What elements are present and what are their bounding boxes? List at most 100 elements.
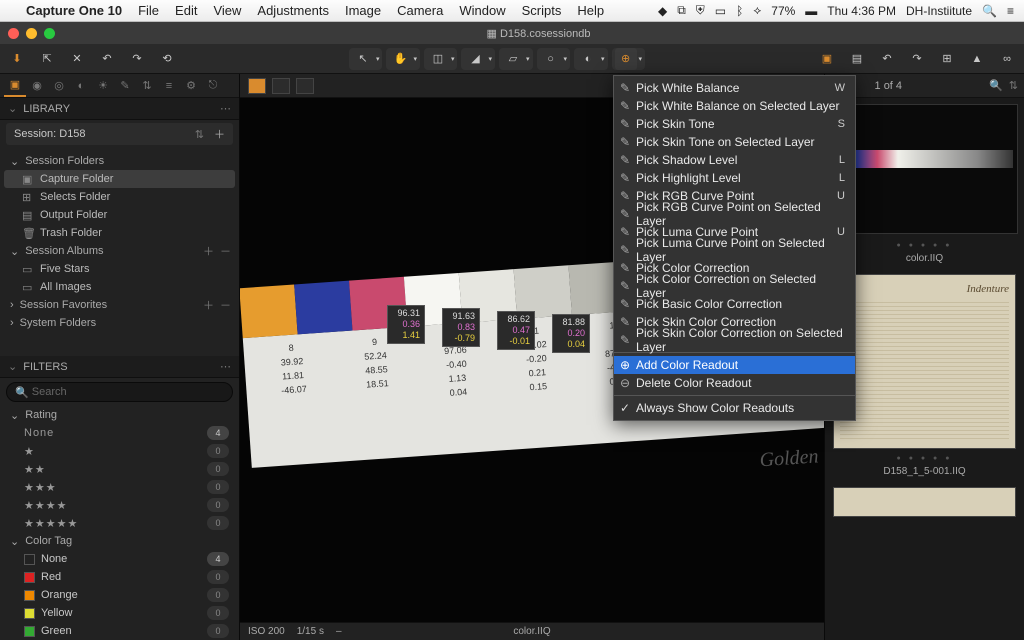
shield-icon[interactable]: ⛨	[696, 3, 705, 18]
colortag-yellow[interactable]: Yellow0	[0, 604, 239, 622]
session-albums-header[interactable]: ⌄Session Albums＋－	[0, 242, 239, 260]
reject-icon[interactable]: ✕	[66, 48, 88, 70]
menu-item-3[interactable]: ✎Pick Skin Tone on Selected Layer	[614, 133, 855, 151]
import-icon[interactable]: ⬇	[6, 48, 28, 70]
cursor-tool-icon[interactable]: ↖	[352, 48, 374, 70]
hand-tool-icon[interactable]: ✋	[389, 48, 411, 70]
warning-icon[interactable]: ▲	[966, 48, 988, 70]
trash-folder[interactable]: 🗑Trash Folder	[0, 224, 239, 242]
clock[interactable]: Thu 4:36 PM	[827, 4, 896, 18]
output-folder[interactable]: ▤Output Folder	[0, 206, 239, 224]
capture-tab-icon[interactable]: ◉	[26, 75, 48, 97]
menu-extra-icon[interactable]: ≡	[1007, 4, 1014, 18]
rating-4[interactable]: ★★★★0	[0, 496, 239, 514]
thumbnail-2[interactable]: Indenture	[833, 274, 1016, 449]
output-tab-icon[interactable]: ⚙	[180, 75, 202, 97]
menu-view[interactable]: View	[213, 3, 241, 18]
highlight-warn-icon[interactable]: ▣	[816, 48, 838, 70]
menu-adjustments[interactable]: Adjustments	[257, 3, 329, 18]
session-folders-header[interactable]: ⌄Session Folders	[0, 152, 239, 170]
color-readout-2[interactable]: 86.620.47-0.01	[497, 311, 535, 350]
menu-item-4[interactable]: ✎Pick Shadow LevelL	[614, 151, 855, 169]
menu-item-5[interactable]: ✎Pick Highlight LevelL	[614, 169, 855, 187]
capture-folder[interactable]: ▣Capture Folder	[4, 170, 235, 188]
menu-item-1[interactable]: ✎Pick White Balance on Selected Layer	[614, 97, 855, 115]
menu-help[interactable]: Help	[577, 3, 604, 18]
color-tab-icon[interactable]: ◐	[70, 75, 92, 97]
browser-view-icon[interactable]	[248, 78, 266, 94]
reset-icon[interactable]: ⟲	[156, 48, 178, 70]
glasses-icon[interactable]: ∞	[996, 48, 1018, 70]
undo-icon[interactable]: ↶	[96, 48, 118, 70]
shadow-warn-icon[interactable]: ▤	[846, 48, 868, 70]
adjustments-tab-icon[interactable]: ⇅	[136, 75, 158, 97]
search-input[interactable]: 🔍 Search	[6, 382, 233, 402]
more-icon[interactable]: ⋯	[220, 360, 231, 373]
rating-2[interactable]: ★★0	[0, 460, 239, 478]
dropbox-icon[interactable]: ⧉	[677, 3, 686, 18]
minimize-window[interactable]	[26, 28, 37, 39]
five-stars-album[interactable]: ▭Five Stars	[0, 260, 239, 278]
exposure-tab-icon[interactable]: ☀	[92, 75, 114, 97]
menu-item-11[interactable]: ✎Pick Color Correction on Selected Layer	[614, 277, 855, 295]
crop-tool-icon[interactable]: ◫	[427, 48, 449, 70]
session-favorites-header[interactable]: ›Session Favorites＋－	[0, 296, 239, 314]
color-readout-3[interactable]: 81.880.200.04	[552, 314, 590, 353]
multi-view-icon[interactable]	[296, 78, 314, 94]
display-icon[interactable]: ▭	[715, 4, 726, 18]
rating-1[interactable]: ★0	[0, 442, 239, 460]
zoom-window[interactable]	[44, 28, 55, 39]
menu-edit[interactable]: Edit	[175, 3, 197, 18]
rating-header[interactable]: ⌄Rating	[0, 406, 239, 424]
colortag-red[interactable]: Red0	[0, 568, 239, 586]
rotation-tool-icon[interactable]: ◢	[464, 48, 486, 70]
thumbnail-1[interactable]	[831, 104, 1018, 234]
menu-camera[interactable]: Camera	[397, 3, 443, 18]
menu-item-12[interactable]: ✎Pick Basic Color Correction	[614, 295, 855, 313]
redo-icon[interactable]: ↷	[126, 48, 148, 70]
library-header[interactable]: ⌄LIBRARY⋯	[0, 98, 239, 120]
rating-0[interactable]: None4	[0, 424, 239, 442]
library-tab-icon[interactable]: ▣	[4, 75, 26, 97]
spotlight-icon[interactable]: 🔍	[982, 4, 997, 18]
menu-item-14[interactable]: ✎Pick Skin Color Correction on Selected …	[614, 331, 855, 349]
batch-tab-icon[interactable]: ⎋	[202, 75, 224, 97]
dropdown-icon[interactable]: ▾	[376, 55, 380, 63]
menu-window[interactable]: Window	[459, 3, 505, 18]
browser-sort-icon[interactable]: ⇅	[1009, 79, 1018, 92]
close-window[interactable]	[8, 28, 19, 39]
wifi-icon[interactable]: ⟡	[753, 3, 761, 18]
menu-item-2[interactable]: ✎Pick Skin ToneS	[614, 115, 855, 133]
keystone-tool-icon[interactable]: ▱	[502, 48, 524, 70]
picker-tool-icon[interactable]: ⊕	[615, 48, 637, 70]
rating-3[interactable]: ★★★0	[0, 478, 239, 496]
menu-delete-color-readout[interactable]: ⊖Delete Color Readout	[614, 374, 855, 392]
color-readout-1[interactable]: 91.630.83-0.79	[442, 308, 480, 347]
lens-tab-icon[interactable]: ◎	[48, 75, 70, 97]
colortag-none[interactable]: None4	[0, 550, 239, 568]
app-name[interactable]: Capture One 10	[26, 3, 122, 18]
metadata-tab-icon[interactable]: ≡	[158, 75, 180, 97]
rotate-left-icon[interactable]: ↶	[876, 48, 898, 70]
menu-add-color-readout[interactable]: ⊕Add Color Readout	[614, 356, 855, 374]
menu-file[interactable]: File	[138, 3, 159, 18]
menu-image[interactable]: Image	[345, 3, 381, 18]
details-tab-icon[interactable]: ✎	[114, 75, 136, 97]
colortag-header[interactable]: ⌄Color Tag	[0, 532, 239, 550]
all-images-album[interactable]: ▭All Images	[0, 278, 239, 296]
spot-tool-icon[interactable]: ○	[540, 48, 562, 70]
rating-5[interactable]: ★★★★★0	[0, 514, 239, 532]
session-selector[interactable]: Session: D158⇅＋	[6, 123, 233, 145]
system-folders-header[interactable]: ›System Folders	[0, 314, 239, 332]
colortag-green[interactable]: Green0	[0, 622, 239, 640]
grid-icon[interactable]: ⊞	[936, 48, 958, 70]
export-icon[interactable]: ⇱	[36, 48, 58, 70]
filters-header[interactable]: ⌄FILTERS⋯	[0, 356, 239, 378]
colortag-orange[interactable]: Orange0	[0, 586, 239, 604]
user-name[interactable]: DH-Instiitute	[906, 4, 972, 18]
menu-item-0[interactable]: ✎Pick White BalanceW	[614, 79, 855, 97]
menu-item-9[interactable]: ✎Pick Luma Curve Point on Selected Layer	[614, 241, 855, 259]
mask-tool-icon[interactable]: ◐	[577, 48, 599, 70]
color-readout-0[interactable]: 96.310.361.41	[387, 305, 425, 344]
more-icon[interactable]: ⋯	[220, 102, 231, 115]
